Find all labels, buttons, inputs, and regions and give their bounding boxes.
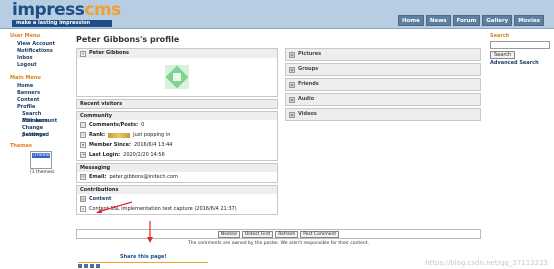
arrowhead-icon bbox=[147, 237, 153, 243]
arrowhead-icon bbox=[96, 209, 102, 213]
annotation-arrows bbox=[96, 201, 153, 243]
arrow-to-content bbox=[97, 201, 133, 213]
